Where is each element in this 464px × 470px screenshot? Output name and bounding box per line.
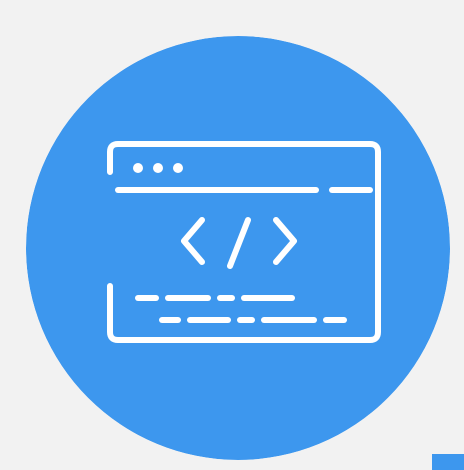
window-dot-3: [173, 163, 183, 173]
code-window-icon: [26, 36, 450, 460]
window-dot-1: [133, 163, 143, 173]
icon-stage: [0, 0, 464, 470]
icon-circle-background: [26, 36, 450, 460]
corner-blue-chip: [432, 454, 464, 470]
window-dot-2: [153, 163, 163, 173]
